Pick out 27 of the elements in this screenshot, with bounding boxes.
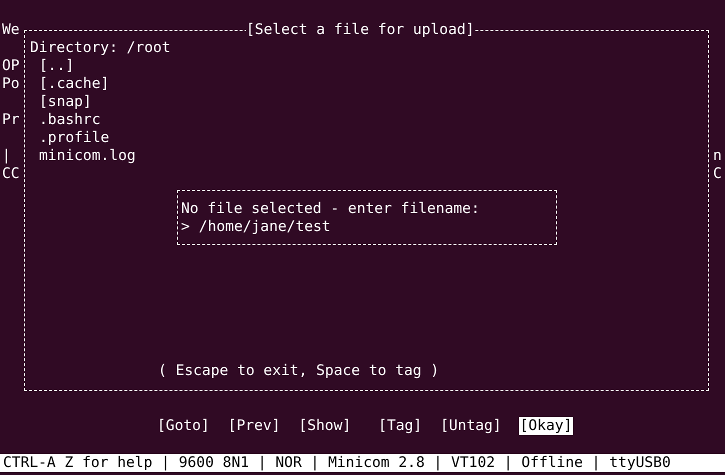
file-item[interactable]: .profile xyxy=(30,129,110,147)
dialog-button[interactable]: [Show] xyxy=(297,417,352,435)
hint-text: ( Escape to exit, Space to tag ) xyxy=(158,362,440,380)
terminal-text: C xyxy=(713,165,723,183)
terminal-text: CC xyxy=(2,165,21,183)
directory-label: Directory: /root xyxy=(30,39,172,57)
dialog-button[interactable]: [Tag] xyxy=(377,417,424,435)
file-item[interactable]: [snap] xyxy=(30,93,92,111)
terminal-text: We xyxy=(2,21,21,39)
terminal-text: n xyxy=(713,147,723,165)
status-bar: CTRL-A Z for help | 9600 8N1 | NOR | Minicom 2.8 | VT102 | Offline | ttyUSB0 xyxy=(0,454,725,472)
dialog-button[interactable]: [Untag] xyxy=(439,417,503,435)
dialog-button[interactable]: [Goto] xyxy=(156,417,211,435)
file-item[interactable]: [..] xyxy=(30,57,74,75)
dialog-button[interactable]: [Okay] xyxy=(518,417,574,435)
terminal-text: Po xyxy=(2,75,21,93)
dialog-title: [Select a file for upload] xyxy=(246,21,474,39)
terminal-text: Pr xyxy=(2,111,21,129)
terminal-text: | xyxy=(2,147,12,165)
terminal-text: OP xyxy=(2,57,21,75)
popup-message: No file selected - enter filename: xyxy=(181,200,481,218)
dialog-button[interactable]: [Prev] xyxy=(226,417,282,435)
prompt-marker: > xyxy=(181,218,190,236)
file-item[interactable]: .bashrc xyxy=(30,111,101,129)
file-item[interactable]: [.cache] xyxy=(30,75,110,93)
file-item[interactable]: minicom.log xyxy=(30,147,136,165)
filename-field[interactable]: /home/jane/test xyxy=(198,218,359,236)
